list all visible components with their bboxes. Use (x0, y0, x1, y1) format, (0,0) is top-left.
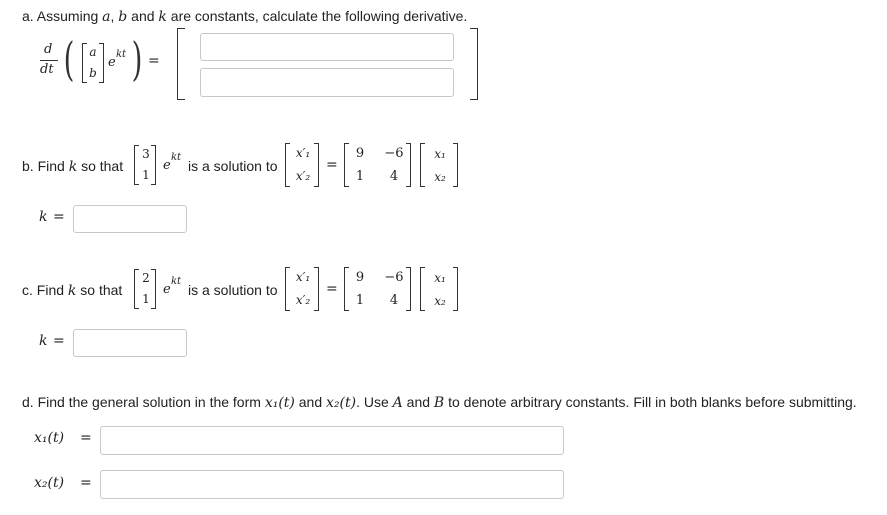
x1-of-t: x₁(t) (264, 395, 295, 411)
lhs-x1-prime: x′₁ (295, 146, 311, 160)
matrix-r1c2: −6 (384, 270, 404, 285)
rhs-x2: x₂ (434, 170, 446, 184)
derivative-numerator: d (44, 42, 53, 57)
part-a-prompt: a. Assuming a, b and k are constants, ca… (22, 7, 467, 26)
part-d-text-1: d. Find the general solution in the form (22, 394, 265, 410)
lhs-bracket-right (314, 267, 319, 311)
part-d-prompt: d. Find the general solution in the form… (22, 393, 857, 412)
rhs-bracket-right (453, 267, 458, 311)
exp-power: kt (116, 49, 127, 60)
matrix-r2c1: 1 (355, 169, 365, 184)
exp-power: kt (171, 152, 182, 163)
matrix-r1c1: 9 (355, 146, 365, 161)
x1-answer-input[interactable] (100, 426, 564, 455)
open-paren: ( (63, 32, 75, 86)
answer-a-top-input[interactable] (200, 33, 454, 61)
matrix-r1c2: −6 (384, 146, 404, 161)
x2-label: x₂(t) (34, 475, 65, 491)
var-b: b (118, 9, 128, 25)
vector-bracket-right (151, 145, 156, 185)
equals-sign: = (326, 157, 338, 173)
equals-sign: = (326, 281, 338, 297)
lhs-bracket-right (314, 143, 319, 187)
k-label: k (39, 209, 48, 225)
k-equals: = (53, 209, 65, 225)
var-A: A (392, 395, 403, 411)
is-solution-text: is a solution to (188, 158, 278, 174)
and-text: and (294, 394, 327, 410)
close-paren: ) (131, 32, 143, 86)
matrix-r2c2: 4 (389, 293, 399, 308)
equals-sign: = (148, 53, 160, 69)
var-k: k (68, 159, 78, 175)
x1-equals: = (80, 430, 92, 446)
rhs-x1: x₁ (434, 147, 446, 161)
part-a-label: a. Assuming (22, 8, 103, 24)
part-a-rest: are constants, calculate the following d… (166, 8, 468, 24)
matrix-bracket-right (406, 143, 411, 187)
part-d-text-3: to denote arbitrary constants. Fill in b… (444, 394, 857, 410)
matrix-r2c2: 4 (389, 169, 399, 184)
lhs-x2-prime: x′₂ (295, 169, 311, 183)
lhs-x2-prime: x′₂ (295, 293, 311, 307)
x2-equals: = (80, 475, 92, 491)
is-solution-text: is a solution to (188, 282, 278, 298)
matrix-r1c1: 9 (355, 270, 365, 285)
answer-bracket-left (177, 28, 185, 100)
rhs-x2: x₂ (434, 294, 446, 308)
and-text: and (127, 8, 159, 24)
part-c-label: c. Find (22, 282, 68, 298)
x2-answer-input[interactable] (100, 470, 564, 499)
matrix-r2c1: 1 (355, 293, 365, 308)
part-b-label: b. Find (22, 158, 69, 174)
var-a: a (102, 9, 111, 25)
exp-base: e (163, 282, 171, 297)
var-B: B (433, 395, 445, 411)
part-c-k-input[interactable] (73, 329, 187, 357)
answer-bracket-right (470, 28, 478, 100)
part-b-prompt: b. Find k so that (22, 157, 123, 176)
vector-bracket-right (99, 43, 104, 83)
answer-a-bottom-input[interactable] (200, 68, 454, 97)
x2-of-t: x₂(t) (326, 395, 357, 411)
vector-bracket-right (151, 269, 156, 309)
part-d-text-2: . Use (356, 394, 393, 410)
exp-base: e (163, 158, 171, 173)
vector-b-entry: b (89, 66, 97, 80)
matrix-bracket-right (406, 267, 411, 311)
derivative-denominator: dt (40, 62, 54, 77)
derivative-fraction-bar (40, 60, 58, 61)
lhs-x1-prime: x′₁ (295, 270, 311, 284)
rhs-x1: x₁ (434, 271, 446, 285)
part-b-k-input[interactable] (73, 205, 187, 233)
so-that-text: so that (76, 282, 123, 298)
so-that-text: so that (77, 158, 124, 174)
part-c-prompt: c. Find k so that (22, 281, 122, 300)
exp-base: e (108, 55, 116, 70)
k-label: k (39, 333, 48, 349)
rhs-bracket-right (453, 143, 458, 187)
x1-label: x₁(t) (34, 430, 65, 446)
and-text: and (402, 394, 434, 410)
k-equals: = (53, 333, 65, 349)
exp-power: kt (171, 276, 182, 287)
var-k: k (158, 9, 167, 25)
vector-a-entry: a (89, 45, 97, 59)
